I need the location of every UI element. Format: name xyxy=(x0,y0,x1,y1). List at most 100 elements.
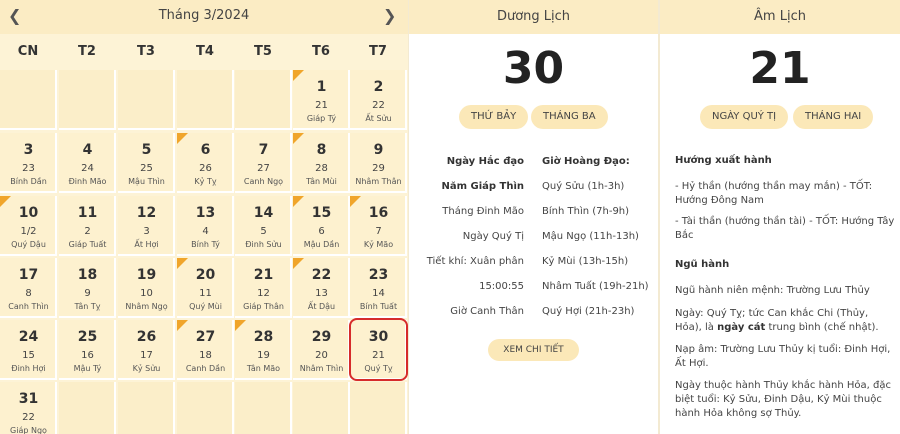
view-detail-button[interactable]: XEM CHI TIẾT xyxy=(488,339,579,361)
info-gio: Giờ Canh Thân xyxy=(450,306,524,317)
info-ngay: Ngày Quý Tị xyxy=(462,231,524,242)
section-ngu-hanh: Ngũ hành xyxy=(675,259,730,270)
empty-day-cell xyxy=(235,382,292,434)
can-chi-label: Ất Hợi xyxy=(134,240,159,249)
day-cell-12[interactable]: 12 3 Ất Hợi xyxy=(118,196,175,256)
solar-date: 13 xyxy=(195,205,216,221)
day-cell-24[interactable]: 24 15 Đinh Hợi xyxy=(0,320,57,380)
lunar-date: 14 xyxy=(372,288,385,299)
solar-date: 10 xyxy=(18,205,39,221)
empty-day-cell xyxy=(235,70,292,130)
day-cell-8[interactable]: 8 28 Tân Mùi xyxy=(293,133,350,193)
day-cell-5[interactable]: 5 25 Mậu Thìn xyxy=(118,133,175,193)
day-cell-4[interactable]: 4 24 Đinh Mão xyxy=(59,133,116,193)
lunar-date: 9 xyxy=(84,288,91,299)
nien-menh-text: Ngũ hành niên mệnh: Trường Lưu Thủy xyxy=(675,285,870,296)
day-cell-2[interactable]: 2 22 Ất Sửu xyxy=(350,70,407,130)
lunar-panel: Âm Lịch 21 NGÀY QUÝ TỊ THÁNG HAI Hướng x… xyxy=(659,0,900,434)
day-cell-21[interactable]: 21 12 Giáp Thân xyxy=(235,258,292,318)
ngay-cat-label: ngày cát xyxy=(717,322,766,333)
day-cell-22[interactable]: 22 13 Ất Dậu xyxy=(293,258,350,318)
thuoc-hanh-text: Ngày thuộc hành Thủy khắc hành Hỏa, đặc … xyxy=(675,380,891,419)
section-huong-xuat-hanh: Hướng xuất hành xyxy=(675,155,772,166)
today-highlight xyxy=(349,318,408,381)
info-thang: Tháng Đinh Mão xyxy=(442,206,524,217)
day-cell-9[interactable]: 9 29 Nhâm Thân xyxy=(350,133,407,193)
day-cell-26[interactable]: 26 17 Kỷ Sửu xyxy=(118,320,175,380)
day-cell-1[interactable]: 1 21 Giáp Tý xyxy=(293,70,350,130)
day-cell-19[interactable]: 19 10 Nhâm Ngọ xyxy=(118,258,175,318)
day-cell-6[interactable]: 6 26 Kỷ Tỵ xyxy=(177,133,234,193)
lunar-date: 5 xyxy=(260,226,267,237)
can-chi-label: Nhâm Thân xyxy=(355,177,402,186)
can-chi-label: Bính Dần xyxy=(10,177,47,186)
info-tiet-khi: Tiết khí: Xuân phân xyxy=(426,256,524,267)
solar-date: 7 xyxy=(258,142,269,158)
empty-day-cell xyxy=(0,70,57,130)
day-cell-18[interactable]: 18 9 Tân Tỵ xyxy=(59,258,116,318)
can-chi-label: Nhâm Thìn xyxy=(299,364,344,373)
solar-title: Dương Lịch xyxy=(409,0,658,34)
solar-date: 5 xyxy=(141,142,152,158)
solar-date: 1 xyxy=(316,79,327,95)
lunar-day-pill[interactable]: NGÀY QUÝ TỊ xyxy=(700,105,789,129)
solar-date: 15 xyxy=(311,205,332,221)
can-chi-label: Đinh Sửu xyxy=(245,240,282,249)
lunar-date: 8 xyxy=(25,288,32,299)
day-grid: 1 21 Giáp Tý 2 22 Ất Sửu 3 23 Bính Dần 4 24 Đinh Mã… xyxy=(0,0,408,434)
day-cell-29[interactable]: 29 20 Nhâm Thìn xyxy=(293,320,350,380)
solar-panel: Dương Lịch 30 THỨ BẢY THÁNG BA Ngày Hắc … xyxy=(409,0,658,434)
can-chi-label: Mậu Dần xyxy=(303,240,340,249)
day-cell-23[interactable]: 23 14 Bính Tuất xyxy=(350,258,407,318)
day-cell-16[interactable]: 16 7 Kỷ Mão xyxy=(350,196,407,256)
can-chi-label: Tân Mùi xyxy=(306,177,337,186)
lunar-date: 17 xyxy=(140,350,153,361)
lunar-date: 13 xyxy=(315,288,328,299)
lunar-date: 1/2 xyxy=(20,226,37,237)
can-chi-label: Kỷ Tỵ xyxy=(194,177,217,186)
day-cell-14[interactable]: 14 5 Đinh Sửu xyxy=(235,196,292,256)
empty-day-cell xyxy=(177,382,234,434)
solar-date: 14 xyxy=(253,205,274,221)
day-cell-7[interactable]: 7 27 Canh Ngọ xyxy=(235,133,292,193)
nap-am-text: Nạp âm: Trường Lưu Thủy kị tuổi: Đinh Hợ… xyxy=(675,344,891,369)
ngay-text-post: trung bình (chế nhật). xyxy=(768,322,879,333)
day-cell-31[interactable]: 31 22 Giáp Ngọ xyxy=(0,382,57,434)
lunar-date: 23 xyxy=(22,163,35,174)
solar-date: 17 xyxy=(18,267,39,283)
ngay-text: Ngày: Quý Tỵ; tức Can khắc Chi (Thủy, Hỏ… xyxy=(675,307,895,335)
hour-item: Kỷ Mùi (13h-15h) xyxy=(542,256,629,267)
day-cell-11[interactable]: 11 2 Giáp Tuất xyxy=(59,196,116,256)
solar-date: 8 xyxy=(316,142,327,158)
solar-date: 20 xyxy=(195,267,216,283)
can-chi-label: Bính Tuất xyxy=(359,302,398,311)
day-cell-27[interactable]: 27 18 Canh Dần xyxy=(177,320,234,380)
day-cell-25[interactable]: 25 16 Mậu Tý xyxy=(59,320,116,380)
lunar-date: 21 xyxy=(315,100,328,111)
solar-date: 25 xyxy=(77,329,98,345)
can-chi-label: Ất Sửu xyxy=(365,114,392,123)
day-cell-20[interactable]: 20 11 Quý Mùi xyxy=(177,258,234,318)
lunar-date: 11 xyxy=(199,288,212,299)
weekday-pill[interactable]: THỨ BẢY xyxy=(459,105,529,129)
lunar-month-pill[interactable]: THÁNG HAI xyxy=(793,105,874,129)
day-cell-28[interactable]: 28 19 Tân Mão xyxy=(235,320,292,380)
month-pill[interactable]: THÁNG BA xyxy=(531,105,608,129)
solar-date: 11 xyxy=(77,205,98,221)
day-cell-13[interactable]: 13 4 Bính Tý xyxy=(177,196,234,256)
lunar-date: 7 xyxy=(375,226,382,237)
solar-date: 16 xyxy=(368,205,389,221)
solar-date: 21 xyxy=(253,267,274,283)
lunar-date: 10 xyxy=(140,288,153,299)
day-cell-10[interactable]: 10 1/2 Quý Dậu xyxy=(0,196,57,256)
lunar-date: 4 xyxy=(202,226,209,237)
solar-date: 9 xyxy=(373,142,384,158)
empty-day-cell xyxy=(59,70,116,130)
lunar-date: 26 xyxy=(199,163,212,174)
can-chi-label: Canh Ngọ xyxy=(243,177,284,186)
hour-item: Mậu Ngọ (11h-13h) xyxy=(542,231,639,242)
info-nam: Năm Giáp Thìn xyxy=(441,181,524,192)
day-cell-17[interactable]: 17 8 Canh Thìn xyxy=(0,258,57,318)
day-cell-15[interactable]: 15 6 Mậu Dần xyxy=(293,196,350,256)
day-cell-3[interactable]: 3 23 Bính Dần xyxy=(0,133,57,193)
